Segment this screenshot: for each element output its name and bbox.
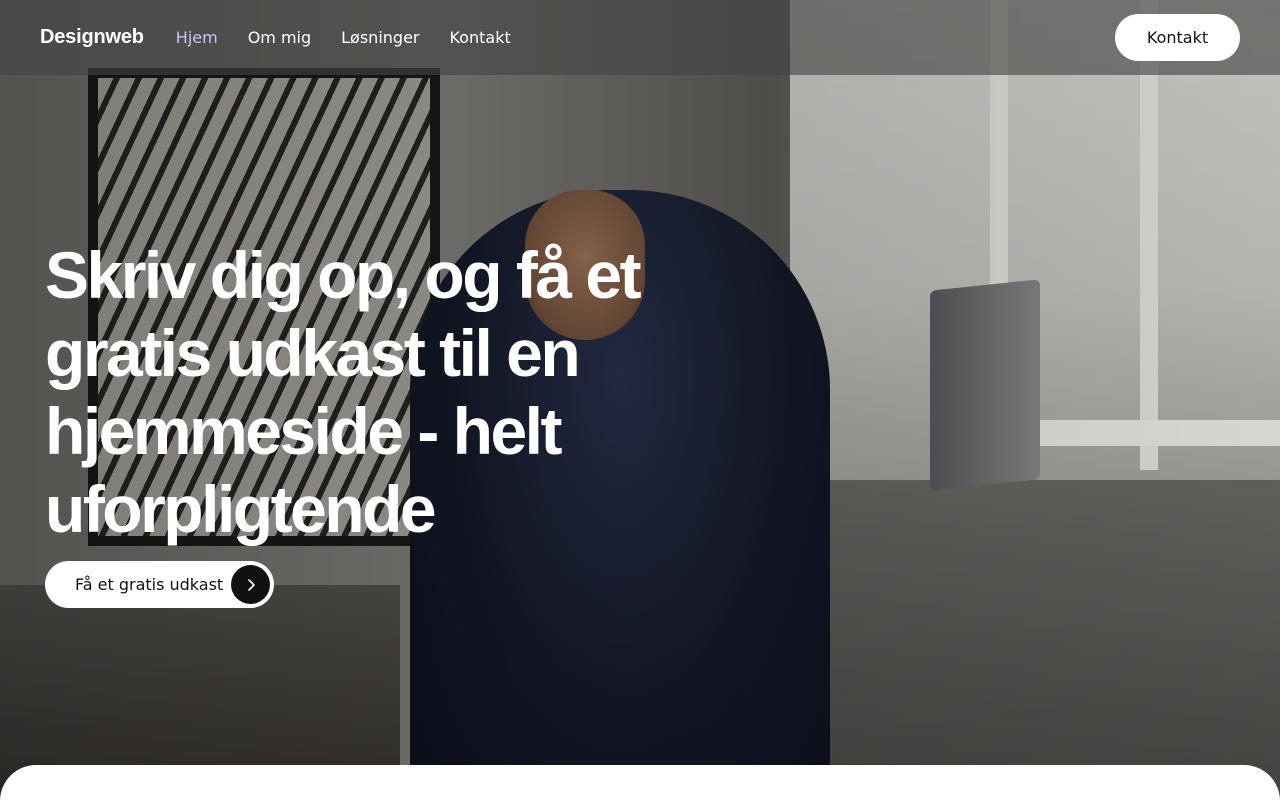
cta-button[interactable]: Få et gratis udkast [45, 561, 275, 608]
cta-label: Få et gratis udkast [75, 575, 224, 594]
brand-logo[interactable]: Designweb [40, 26, 144, 49]
nav-item-kontakt[interactable]: Kontakt [449, 28, 510, 47]
nav-item-om-mig[interactable]: Om mig [248, 28, 311, 47]
content-section-top [0, 765, 1280, 800]
chevron-right-icon [231, 565, 271, 604]
hero-headline: Skriv dig op, og få et gratis udkast til… [45, 238, 642, 546]
main-nav: Hjem Om mig Løsninger Kontakt [176, 28, 511, 47]
site-header: Designweb Hjem Om mig Løsninger Kontakt … [0, 0, 1280, 75]
nav-item-losninger[interactable]: Løsninger [341, 28, 419, 47]
nav-item-hjem[interactable]: Hjem [176, 28, 218, 47]
contact-button[interactable]: Kontakt [1115, 14, 1240, 61]
